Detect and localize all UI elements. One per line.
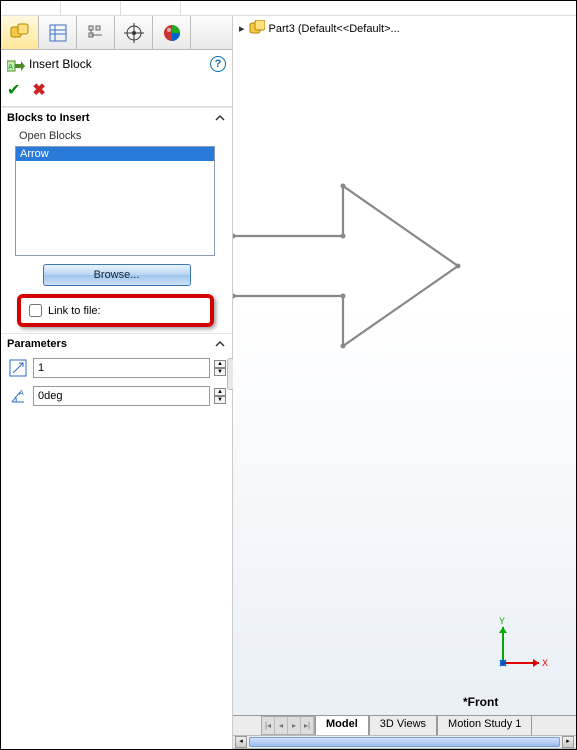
angle-parameter-row: A ▲▼ (1, 382, 232, 410)
list-item[interactable]: Arrow (16, 147, 214, 161)
parameters-section-header[interactable]: Parameters (1, 333, 232, 354)
display-manager-tab[interactable] (153, 16, 191, 49)
scroll-right-button[interactable]: ▸ (562, 736, 574, 748)
scale-icon (7, 358, 29, 378)
3d-views-tab[interactable]: 3D Views (369, 715, 437, 735)
configuration-manager-tab[interactable] (77, 16, 115, 49)
blocks-section-label: Blocks to Insert (7, 112, 90, 124)
ok-button[interactable]: ✔ (7, 80, 20, 100)
insert-block-icon: A (7, 56, 25, 72)
svg-text:X: X (542, 658, 548, 668)
property-manager-tab[interactable] (39, 16, 77, 49)
view-orientation-label: *Front (463, 695, 498, 709)
scroll-left-button[interactable]: ◂ (235, 736, 247, 748)
svg-text:A: A (8, 64, 13, 71)
feature-tree-breadcrumb[interactable]: ▸ Part3 (Default<<Default>... (233, 16, 576, 41)
help-button[interactable]: ? (210, 56, 226, 72)
tab-nav-buttons[interactable]: |◂◂▸▸| (261, 716, 315, 735)
property-manager-panel: A Insert Block ? ✔ ✖ Blocks to Insert Op… (1, 16, 233, 749)
cancel-button[interactable]: ✖ (32, 80, 45, 100)
scale-parameter-row: ▲▼ (1, 354, 232, 382)
angle-spinner[interactable]: ▲▼ (214, 388, 226, 404)
link-to-file-highlight: Link to file: (17, 294, 214, 327)
expand-triangle-icon[interactable]: ▸ (239, 22, 245, 35)
blocks-section-header[interactable]: Blocks to Insert (1, 107, 232, 128)
arrow-sketch-geometry (233, 176, 463, 356)
svg-text:Y: Y (499, 616, 505, 626)
breadcrumb-text: Part3 (Default<<Default>... (269, 23, 400, 35)
model-tab[interactable]: Model (315, 715, 369, 735)
part-icon (249, 20, 265, 37)
command-title: Insert Block (29, 57, 92, 71)
orientation-triad: X Y (493, 615, 553, 675)
graphics-viewport[interactable]: ▸ Part3 (Default<<Default>... X (233, 16, 576, 749)
bottom-tabstrip: |◂◂▸▸| Model 3D Views Motion Study 1 (233, 715, 576, 735)
scroll-thumb[interactable] (249, 737, 560, 747)
open-blocks-label: Open Blocks (1, 128, 232, 144)
angle-input[interactable] (33, 386, 210, 406)
browse-button[interactable]: Browse... (43, 264, 191, 286)
document-tabstrip (1, 1, 576, 16)
chevron-up-icon (214, 338, 226, 350)
svg-text:A: A (19, 390, 24, 397)
angle-icon: A (7, 386, 29, 406)
link-to-file-checkbox[interactable] (29, 304, 42, 317)
horizontal-scrollbar[interactable]: ◂ ▸ (233, 735, 576, 749)
confirm-cancel-row: ✔ ✖ (1, 78, 232, 107)
dimxpert-tab[interactable] (115, 16, 153, 49)
panel-tab-row (1, 16, 232, 50)
scale-spinner[interactable]: ▲▼ (214, 360, 226, 376)
chevron-up-icon (214, 112, 226, 124)
scale-input[interactable] (33, 358, 210, 378)
command-header: A Insert Block ? (1, 50, 232, 78)
link-to-file-label: Link to file: (48, 305, 101, 317)
parameters-section-label: Parameters (7, 338, 67, 350)
feature-manager-tab[interactable] (1, 16, 39, 49)
open-blocks-list[interactable]: Arrow (15, 146, 215, 256)
motion-study-tab[interactable]: Motion Study 1 (437, 715, 532, 735)
